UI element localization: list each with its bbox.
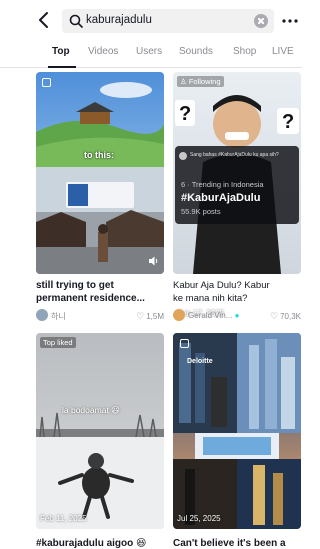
- person-icon: ♙: [180, 77, 189, 86]
- search-icon: [69, 14, 83, 28]
- tab-top[interactable]: Top: [52, 46, 70, 57]
- trending-label: 6 · Trending in Indonesia: [181, 180, 264, 189]
- video-card[interactable]: to this: still trying to get permanent r…: [36, 72, 164, 324]
- search-header: kaburajadulu: [0, 0, 302, 40]
- active-tab-indicator: [48, 66, 76, 68]
- video-caption: Can't believe it's been a: [173, 538, 286, 549]
- avatar[interactable]: [173, 309, 185, 321]
- search-input[interactable]: kaburajadulu: [62, 9, 274, 33]
- comment-text: Sang bahas #KaburAjaDulu ku apa sih?: [190, 152, 279, 158]
- verified-icon: ●: [234, 311, 240, 320]
- select-checkbox[interactable]: [180, 339, 189, 348]
- overlay-text: la bodoamat 😆: [62, 405, 121, 415]
- svg-text:?: ?: [282, 111, 294, 133]
- mute-icon[interactable]: [148, 255, 160, 267]
- select-checkbox[interactable]: [42, 78, 51, 87]
- tab-videos[interactable]: Videos: [88, 46, 118, 57]
- video-card[interactable]: Deloitte Jul 25, 2025 Can't believe it's…: [173, 333, 301, 549]
- tab-users[interactable]: Users: [136, 46, 162, 57]
- date-overlay: Jul 25, 2025: [177, 514, 221, 523]
- following-badge: ♙ Following: [177, 76, 224, 87]
- clear-icon[interactable]: [254, 14, 268, 28]
- svg-text:?: ?: [179, 103, 191, 125]
- like-count: ♡ 70,3K: [270, 311, 301, 321]
- author-name[interactable]: 하니: [51, 311, 66, 322]
- tab-live[interactable]: LIVE: [272, 46, 294, 57]
- video-thumbnail[interactable]: ? ?: [173, 72, 301, 274]
- search-query-text: kaburajadulu: [86, 14, 152, 26]
- posts-count: 55.9K posts: [181, 207, 221, 216]
- author-name[interactable]: Gerald Vin... ●: [188, 311, 239, 320]
- video-card[interactable]: ? ? ♙ Following Sang bahas #KaburAjaDulu…: [173, 72, 301, 324]
- top-liked-badge: Top liked: [40, 337, 76, 348]
- tab-shop[interactable]: Shop: [233, 46, 256, 57]
- heart-icon: ♡: [136, 311, 145, 321]
- back-arrow-icon[interactable]: [34, 10, 54, 30]
- video-thumbnail[interactable]: [36, 333, 164, 529]
- avatar[interactable]: [36, 309, 48, 321]
- overlay-text: to this:: [84, 150, 114, 160]
- video-thumbnail[interactable]: [36, 72, 164, 274]
- heart-icon: ♡: [270, 311, 279, 321]
- result-tabs: Top Videos Users Sounds Shop LIVE: [0, 40, 302, 68]
- video-caption: Kabur Aja Dulu? Kabur ke mana nih kita?: [173, 280, 270, 304]
- deloitte-text: Deloitte: [187, 358, 213, 365]
- video-meta: Gerald Vin... ● ♡ 70,3K: [173, 309, 301, 323]
- date-overlay: Feb 11, 2025: [40, 514, 87, 523]
- like-count: ♡ 1,5M: [136, 311, 164, 321]
- video-caption: still trying to get permanent residence.…: [36, 280, 145, 304]
- video-meta: 하니 ♡ 1,5M: [36, 309, 164, 323]
- emoji-icon: 😆: [136, 538, 147, 549]
- video-card[interactable]: Top liked la bodoamat 😆 Feb 11, 2025 #ka…: [36, 333, 164, 549]
- video-caption: #kaburajadulu aigoo 😆: [36, 538, 147, 549]
- more-options-icon[interactable]: [281, 12, 299, 30]
- emoji-icon: 😆: [111, 405, 121, 415]
- hashtag-title: #KaburAjaDulu: [181, 192, 261, 204]
- tab-sounds[interactable]: Sounds: [179, 46, 213, 57]
